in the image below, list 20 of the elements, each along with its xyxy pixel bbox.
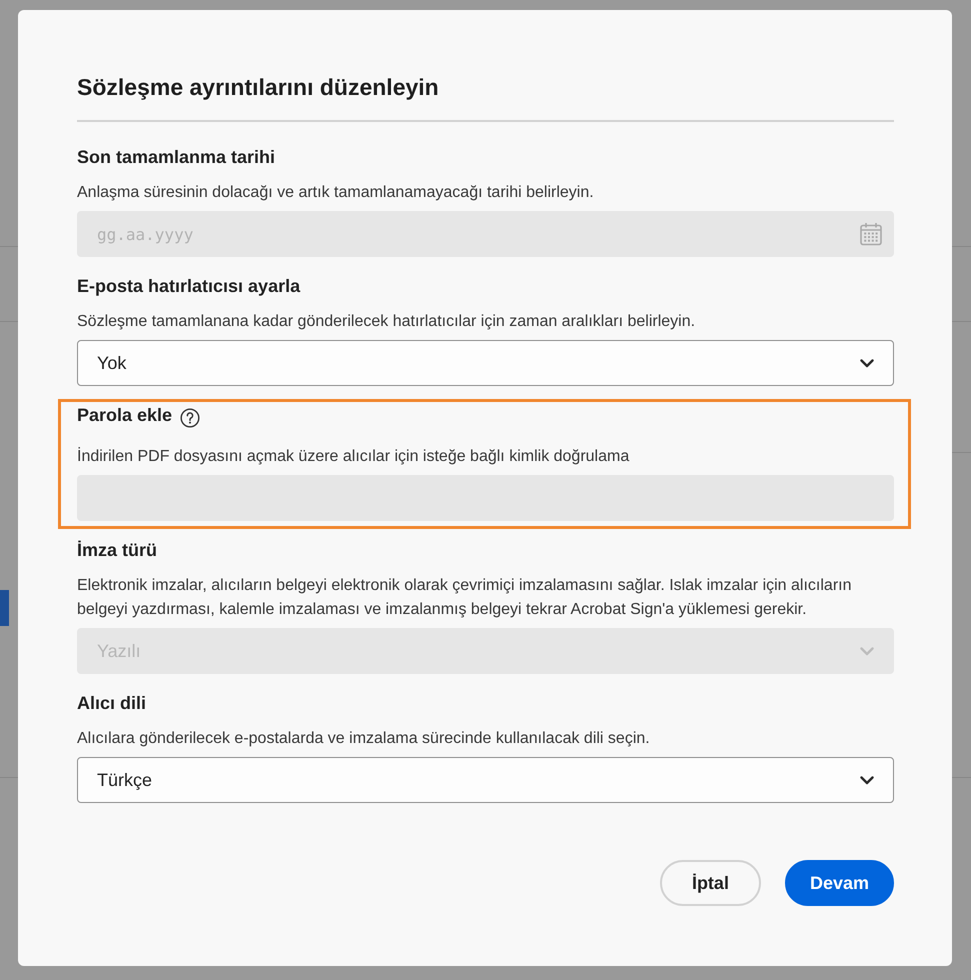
field-description: Sözleşme tamamlanana kadar gönderilecek hatırlatıcılar için zaman aralıkları belirleyin. [77, 312, 696, 332]
chevron-down-icon [860, 646, 874, 656]
field-label: Son tamamlanma tarihi [77, 146, 276, 169]
continue-button[interactable]: Devam [784, 860, 894, 906]
cancel-button[interactable]: İptal [660, 860, 761, 906]
field-description: Anlaşma süresinin dolacağı ve artık tamamlanamayacağı tarihi belirleyin. [77, 183, 595, 203]
dropdown[interactable]: Türkçe [77, 757, 894, 803]
chevron-down-icon [860, 776, 874, 784]
field-description: İndirilen PDF dosyasını açmak üzere alıcılar için isteğe bağlı kimlik doğrulama [77, 446, 630, 467]
field-label: Parola ekle [77, 404, 172, 427]
dialog-title: Sözleşme ayrıntılarını düzenleyin [77, 73, 440, 102]
field-description: Elektronik imzalar, alıcıların belgeyi elektronik olarak çevrimiçi imzalamasını sağlar. Islak imzalar için alıcıların belgeyi yazdırması, kalemle imzalaması ve imzalanmış belgeyi tekrar Acrobat Sign'a yüklemesi gerekir. [77, 576, 852, 620]
field-label: Alıcı dili [77, 692, 146, 715]
chevron-down-icon [860, 358, 874, 368]
field-description: Alıcılara gönderilecek e-postalarda ve imzalama sürecinde kullanılacak dili seçin. [77, 729, 651, 749]
background-button-edge [0, 590, 9, 626]
dropdown[interactable]: Yok [77, 340, 894, 386]
calendar-icon[interactable] [859, 222, 883, 246]
field-label: E-posta hatırlatıcısı ayarla [77, 275, 300, 298]
field-label: İmza türü [77, 539, 158, 562]
